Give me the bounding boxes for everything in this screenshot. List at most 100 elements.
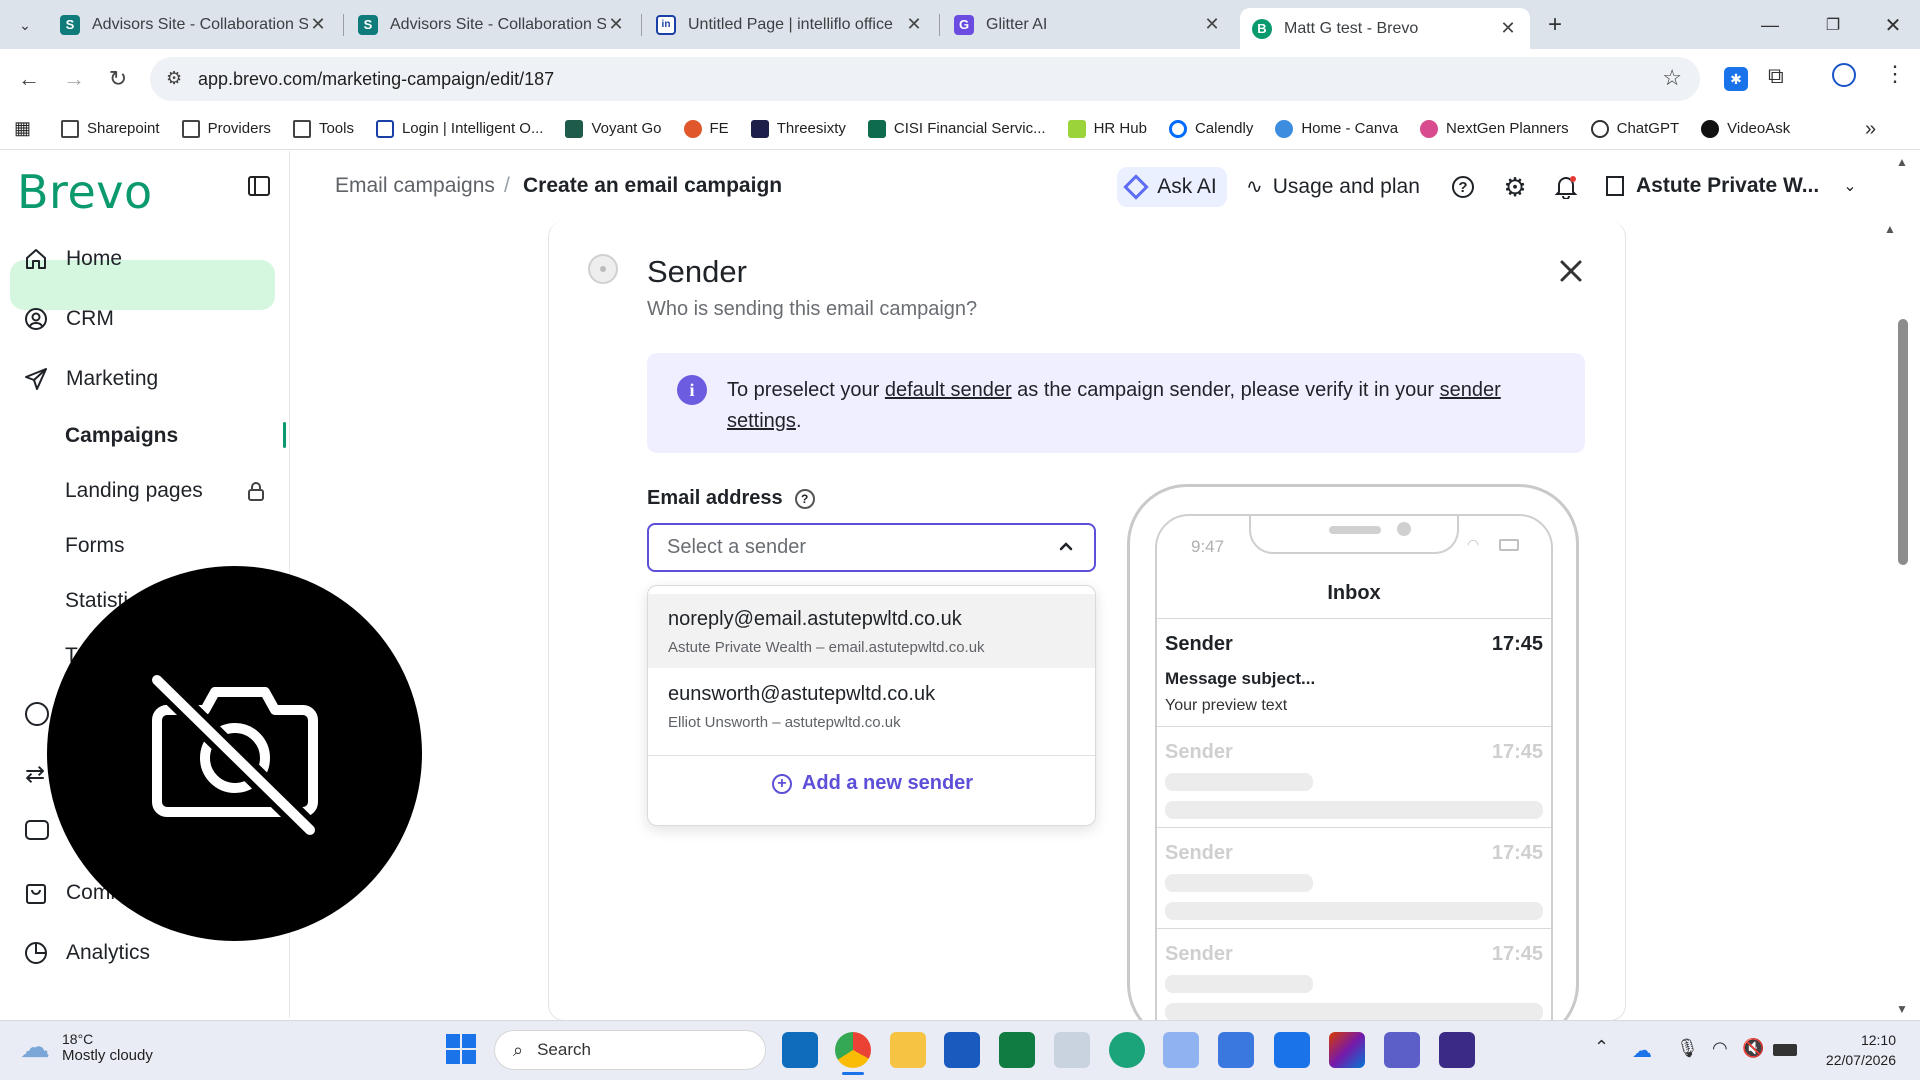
tab-intelliflo[interactable]: in Untitled Page | intelliflo office ✕ [644, 8, 936, 41]
tab-brevo[interactable]: B Matt G test - Brevo ✕ [1240, 8, 1530, 49]
browser-menu-icon[interactable]: ⋮ [1884, 61, 1906, 87]
tab-advisors-site-2[interactable]: S Advisors Site - Collaboration Site ✕ [346, 8, 638, 41]
more-bookmarks-icon[interactable]: » [1865, 118, 1876, 141]
outlook-icon[interactable] [782, 1032, 818, 1068]
default-sender-link[interactable]: default sender [885, 379, 1012, 401]
forward-icon[interactable]: → [57, 62, 91, 96]
minimize-button[interactable]: — [1755, 10, 1785, 40]
bookmark-chatgpt[interactable]: ChatGPT [1590, 119, 1679, 138]
ask-ai-button[interactable]: Ask AI [1117, 167, 1227, 207]
add-new-sender-button[interactable]: + Add a new sender [648, 772, 1095, 795]
excel-icon[interactable] [999, 1032, 1035, 1068]
section-subtitle: Who is sending this email campaign? [647, 298, 978, 320]
bookmark-star-icon[interactable]: ☆ [1662, 65, 1682, 91]
system-clock[interactable]: 12:10 22/07/2026 [1808, 1030, 1896, 1070]
restore-button[interactable]: ❐ [1818, 10, 1848, 40]
tab-search-button[interactable]: ⌄ [10, 10, 40, 40]
brevo-logo[interactable]: Brevo [17, 165, 153, 219]
sender-option[interactable]: eunsworth@astutepwltd.co.uk Elliot Unswo… [648, 669, 1095, 743]
taskbar-search[interactable]: ⌕ Search [494, 1030, 766, 1070]
virtual-desktop-icon[interactable] [1218, 1032, 1254, 1068]
intelliflo-icon: in [656, 14, 676, 35]
sender-option[interactable]: noreply@email.astutepwltd.co.uk Astute P… [648, 594, 1095, 668]
start-button[interactable] [446, 1034, 476, 1064]
word-icon[interactable] [944, 1032, 980, 1068]
tab-glitter-ai[interactable]: G Glitter AI ✕ [942, 8, 1234, 41]
teams-icon[interactable] [1384, 1032, 1420, 1068]
tab-advisors-site-1[interactable]: S Advisors Site - Collaboration Site ✕ [48, 8, 340, 41]
info-banner: i To preselect your default sender as th… [647, 353, 1585, 453]
notification-bell-icon[interactable] [1553, 174, 1579, 200]
chatgpt-icon [1590, 119, 1609, 138]
bookmark-videoask[interactable]: VideoAsk [1701, 119, 1790, 138]
bookmark-providers[interactable]: Providers [181, 119, 271, 138]
close-icon[interactable]: ✕ [904, 14, 924, 35]
account-switcher[interactable]: Astute Private W... ⌄ [1606, 174, 1857, 198]
bookmark-sharepoint[interactable]: Sharepoint [61, 119, 160, 138]
extension-icon[interactable]: ✱ [1724, 67, 1748, 91]
bookmark-voyant[interactable]: Voyant Go [565, 119, 662, 138]
close-icon[interactable]: ✕ [606, 14, 626, 35]
dropdown-divider [648, 755, 1095, 756]
chrome-icon[interactable] [835, 1032, 871, 1068]
address-bar[interactable]: ⚙ app.brevo.com/marketing-campaign/edit/… [150, 57, 1700, 101]
file-explorer-icon[interactable] [890, 1032, 926, 1068]
microphone-icon[interactable]: 🎙 [1676, 1038, 1699, 1059]
extensions-puzzle-icon[interactable]: ⧉ [1768, 63, 1784, 89]
glitter-taskbar-icon[interactable] [1439, 1032, 1475, 1068]
bookmark-threesixty[interactable]: Threesixty [750, 119, 846, 138]
inner-scroll-up-arrow[interactable]: ▲ [1884, 222, 1896, 236]
battery-tray-icon[interactable] [1773, 1044, 1797, 1056]
edge-icon[interactable] [1109, 1032, 1145, 1068]
bookmark-login-intelligent[interactable]: Login | Intelligent O... [375, 119, 543, 138]
help-circle-icon[interactable]: ? [794, 488, 815, 509]
collapse-sidebar-icon[interactable] [248, 176, 270, 196]
bookmark-calendly[interactable]: Calendly [1168, 119, 1253, 138]
profile-icon[interactable] [1832, 63, 1856, 87]
sender-select[interactable]: Select a sender [647, 523, 1096, 572]
sidebar-item-home[interactable]: Home [22, 234, 282, 284]
sidebar-item-crm[interactable]: CRM [22, 294, 282, 344]
bookmark-hr-hub[interactable]: HR Hub [1067, 119, 1147, 138]
conversations-icon[interactable] [25, 820, 49, 840]
close-panel-icon[interactable] [1556, 256, 1586, 286]
sidebar-item-marketing[interactable]: Marketing [22, 354, 282, 404]
close-icon[interactable]: ✕ [1498, 18, 1518, 39]
scroll-down-arrow[interactable]: ▼ [1896, 1002, 1908, 1016]
close-icon[interactable]: ✕ [1202, 14, 1222, 35]
breadcrumb-email-campaigns[interactable]: Email campaigns [335, 174, 495, 198]
help-icon[interactable]: ? [1452, 176, 1474, 198]
usage-and-plan-button[interactable]: ∿ Usage and plan [1246, 174, 1420, 199]
settings-gear-icon[interactable]: ⚙ [1502, 172, 1528, 202]
close-icon[interactable]: ✕ [308, 14, 328, 35]
sidebar-item-campaigns[interactable]: Campaigns [65, 424, 178, 448]
scroll-thumb[interactable] [1898, 319, 1908, 565]
weather-widget[interactable]: ☁ 18°C Mostly cloudy [20, 1030, 153, 1065]
show-hidden-icons[interactable]: ⌃ [1594, 1037, 1609, 1058]
workflow-icon[interactable]: ⇄ [25, 760, 45, 789]
onedrive-icon[interactable]: ☁ [1632, 1038, 1652, 1063]
automation-icon[interactable] [25, 702, 49, 726]
wifi-tray-icon[interactable]: ◠ [1712, 1038, 1728, 1059]
settings-app-icon[interactable] [1274, 1032, 1310, 1068]
bookmark-nextgen[interactable]: NextGen Planners [1420, 119, 1569, 138]
snipping-tool-icon[interactable] [1163, 1032, 1199, 1068]
jar-app-icon[interactable] [1054, 1032, 1090, 1068]
sidebar-item-forms[interactable]: Forms [65, 534, 125, 558]
site-info-icon[interactable]: ⚙ [166, 68, 182, 89]
bookmark-cisi[interactable]: CISI Financial Servic... [867, 119, 1046, 138]
back-icon[interactable]: ← [12, 62, 46, 96]
scroll-up-arrow[interactable]: ▲ [1896, 155, 1908, 169]
sidebar-item-landing-pages[interactable]: Landing pages [65, 479, 265, 507]
page-scrollbar[interactable]: ▲ ▼ [1886, 151, 1920, 1018]
m365-icon[interactable] [1329, 1032, 1365, 1068]
folder-icon [181, 119, 200, 138]
reload-icon[interactable]: ↻ [101, 62, 135, 96]
apps-grid-icon[interactable]: ▦ [14, 118, 31, 139]
bookmark-fe[interactable]: FE [683, 119, 729, 138]
close-window-button[interactable]: ✕ [1878, 10, 1908, 40]
new-tab-button[interactable]: + [1540, 10, 1570, 40]
bookmark-canva[interactable]: Home - Canva [1275, 119, 1398, 138]
volume-muted-icon[interactable]: 🔇 [1742, 1038, 1764, 1059]
bookmark-tools[interactable]: Tools [292, 119, 354, 138]
